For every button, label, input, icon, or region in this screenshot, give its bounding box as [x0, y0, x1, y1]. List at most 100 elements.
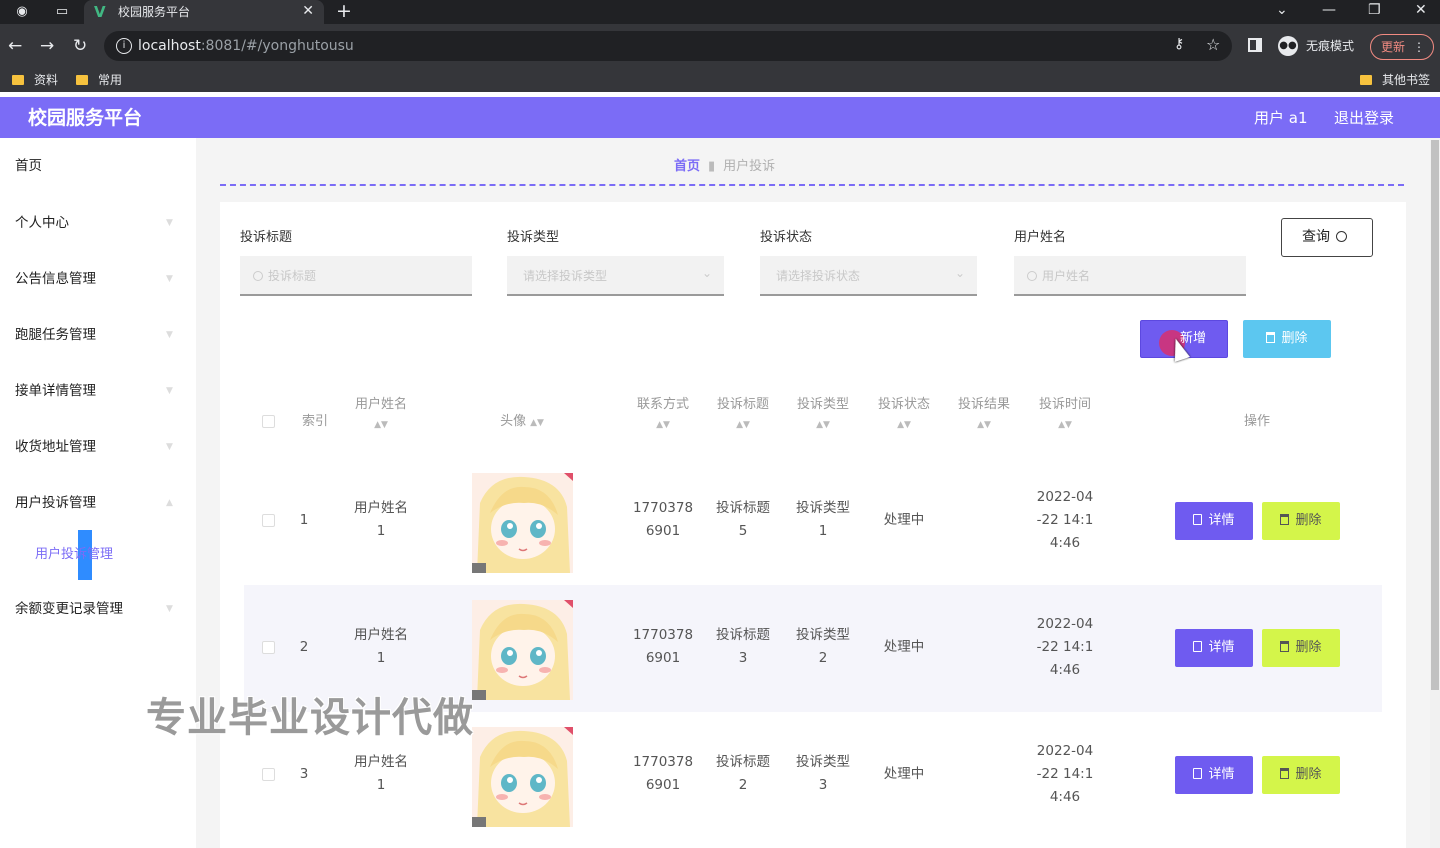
cell-index: 1: [299, 512, 309, 528]
col-status[interactable]: 投诉状态 ▲▼: [871, 396, 937, 430]
back-icon[interactable]: ←: [8, 36, 22, 56]
filter-username-label: 用户姓名: [1014, 230, 1067, 245]
app-header: 校园服务平台 用户 a1 退出登录: [0, 97, 1440, 138]
chevron-down-icon: ▼: [166, 442, 173, 452]
row-checkbox[interactable]: [262, 641, 275, 654]
password-key-icon[interactable]: ⚷: [1174, 36, 1184, 52]
sort-icon: ▲▼: [1058, 420, 1072, 430]
scrollbar-thumb[interactable]: [1431, 140, 1439, 690]
browser-menu-icon[interactable]: ◉: [14, 4, 30, 20]
page-scrollbar[interactable]: [1430, 140, 1440, 848]
more-menu-icon[interactable]: ⋮: [1413, 35, 1425, 59]
update-button[interactable]: 更新 ⋮: [1370, 34, 1434, 60]
anime-avatar-image: [472, 600, 573, 700]
sidebar-item-balance-log[interactable]: 余额变更记录管理: [15, 600, 123, 618]
window-close-icon[interactable]: ✕: [1415, 1, 1427, 19]
restore-icon[interactable]: ❐: [1368, 1, 1381, 19]
col-time[interactable]: 投诉时间 ▲▼: [1032, 396, 1098, 430]
forward-icon[interactable]: →: [40, 36, 54, 56]
document-icon: [1193, 768, 1203, 779]
submenu-item-complaints[interactable]: 用户投诉管理: [35, 546, 113, 564]
delete-button[interactable]: 删除: [1262, 502, 1340, 540]
chevron-down-icon: ⌄: [954, 266, 965, 280]
folder-icon: [1360, 75, 1372, 85]
vue-logo-icon: V: [94, 3, 106, 21]
sidebar-item-errands[interactable]: 跑腿任务管理: [15, 326, 96, 344]
select-all-checkbox[interactable]: [262, 415, 275, 428]
search-icon: [253, 271, 263, 281]
delete-button[interactable]: 删除: [1262, 629, 1340, 667]
sidebar-item-home[interactable]: 首页: [15, 157, 42, 175]
cell-type: 投诉类型 1: [796, 500, 850, 539]
address-bar: ← → ↻ i localhost:8081/#/yonghutousu ⚷ ☆…: [0, 24, 1440, 68]
other-bookmarks[interactable]: 其他书签: [1360, 72, 1430, 88]
query-button[interactable]: 查询: [1281, 218, 1373, 257]
chevron-down-icon: ▼: [166, 386, 173, 396]
chevron-down-icon: ▼: [166, 330, 173, 340]
browser-tab[interactable]: V 校园服务平台 ✕: [84, 0, 324, 24]
row-checkbox[interactable]: [262, 514, 275, 527]
url-field[interactable]: i localhost:8081/#/yonghutousu ⚷ ☆: [104, 31, 1232, 61]
folder-icon: [12, 75, 24, 85]
col-title[interactable]: 投诉标题 ▲▼: [710, 396, 776, 430]
cell-title: 投诉标题 5: [716, 500, 770, 539]
tab-close-icon[interactable]: ✕: [302, 3, 314, 19]
detail-button[interactable]: 详情: [1175, 502, 1253, 540]
site-info-icon[interactable]: i: [116, 38, 132, 54]
detail-button[interactable]: 详情: [1175, 756, 1253, 794]
sidebar-item-notices[interactable]: 公告信息管理: [15, 270, 96, 288]
minimize-icon[interactable]: —: [1322, 1, 1336, 19]
reload-icon[interactable]: ↻: [73, 36, 87, 56]
trash-icon: [1280, 641, 1290, 652]
filter-username-input[interactable]: 用户姓名: [1014, 256, 1246, 296]
side-panel-icon[interactable]: [1248, 38, 1262, 52]
batch-delete-button[interactable]: 删除: [1243, 320, 1331, 358]
current-user[interactable]: 用户 a1: [1254, 108, 1308, 128]
breadcrumb-current: 用户投诉: [723, 159, 776, 174]
bookmark-star-icon[interactable]: ☆: [1206, 35, 1220, 54]
chevron-down-icon: ▼: [166, 274, 173, 284]
col-avatar[interactable]: 头像 ▲▼: [484, 413, 560, 432]
tab-list-icon[interactable]: ▭: [54, 4, 70, 20]
sidebar-item-orders[interactable]: 接单详情管理: [15, 382, 96, 400]
col-username[interactable]: 用户姓名 ▲▼: [344, 396, 418, 430]
breadcrumb-home[interactable]: 首页: [674, 159, 700, 174]
document-icon: [1193, 514, 1203, 525]
cell-phone: 1770378 6901: [632, 500, 694, 539]
divider: [220, 184, 1404, 186]
bookmark-folder-1[interactable]: 资料: [12, 72, 58, 88]
detail-button[interactable]: 详情: [1175, 629, 1253, 667]
logout-link[interactable]: 退出登录: [1334, 108, 1394, 128]
sidebar-item-complaints[interactable]: 用户投诉管理: [15, 494, 96, 512]
avatar: [472, 473, 573, 573]
filter-type-select[interactable]: 请选择投诉类型 ⌄: [507, 256, 724, 296]
col-index: 索引: [301, 414, 328, 429]
filter-status-select[interactable]: 请选择投诉状态 ⌄: [760, 256, 977, 296]
cell-time: 2022-04 -22 14:1 4:46: [1036, 489, 1094, 551]
col-type[interactable]: 投诉类型 ▲▼: [790, 396, 856, 430]
filter-title-input[interactable]: 投诉标题: [240, 256, 472, 296]
col-phone[interactable]: 联系方式 ▲▼: [628, 396, 698, 430]
sort-icon: ▲▼: [656, 420, 670, 430]
row-checkbox[interactable]: [262, 768, 275, 781]
bookmarks-bar: 资料 常用 其他书签: [0, 68, 1440, 92]
tab-title: 校园服务平台: [118, 5, 191, 19]
trash-icon: [1280, 768, 1290, 779]
cell-time: 2022-04 -22 14:1 4:46: [1036, 616, 1094, 678]
cell-index: 2: [299, 639, 309, 655]
tab-search-icon[interactable]: ⌄: [1276, 1, 1288, 19]
sidebar-item-profile[interactable]: 个人中心: [15, 214, 69, 232]
table-header: 索引 用户姓名 ▲▼ 头像 ▲▼ 联系方式 ▲▼ 投诉标题 ▲▼ 投诉类型 ▲▼ 投诉状态…: [244, 378, 1382, 458]
col-result[interactable]: 投诉结果 ▲▼: [951, 396, 1017, 430]
new-tab-icon[interactable]: +: [336, 1, 352, 21]
cell-status: 处理中: [883, 639, 925, 655]
anime-avatar-image: [472, 473, 573, 573]
sidebar-item-addresses[interactable]: 收货地址管理: [15, 438, 96, 456]
cell-username: 用户姓名 1: [354, 500, 408, 539]
search-icon: [1336, 231, 1347, 242]
incognito-label: 无痕模式: [1306, 39, 1355, 53]
bookmark-folder-2[interactable]: 常用: [76, 72, 122, 88]
delete-button[interactable]: 删除: [1262, 756, 1340, 794]
sort-icon: ▲▼: [816, 420, 830, 430]
cell-phone: 1770378 6901: [632, 627, 694, 666]
